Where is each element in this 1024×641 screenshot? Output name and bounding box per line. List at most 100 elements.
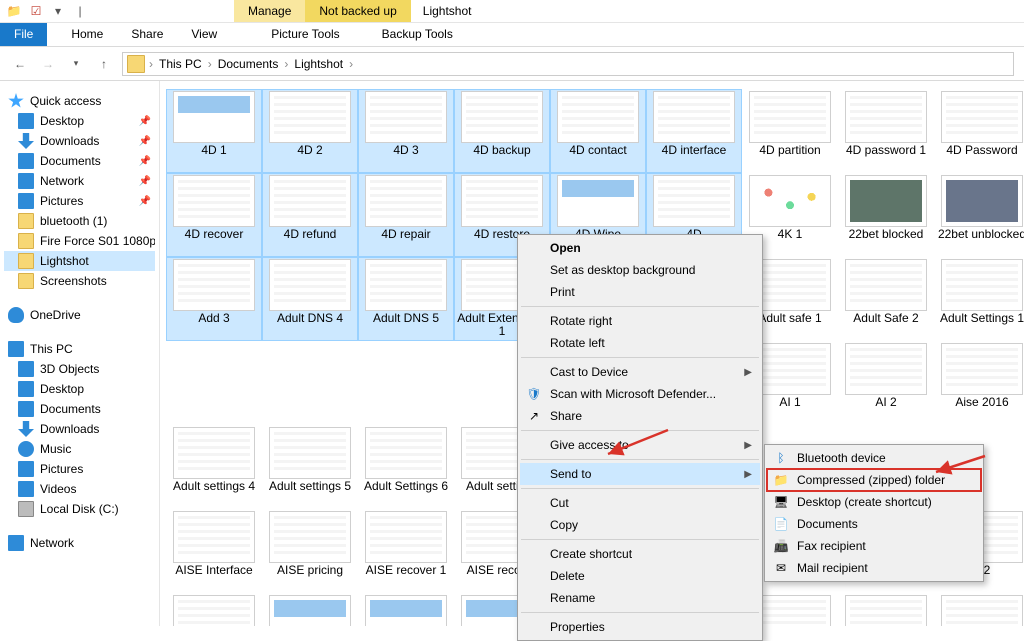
breadcrumb-documents[interactable]: Documents <box>216 57 281 71</box>
file-item[interactable]: 4D 1 <box>166 89 262 173</box>
file-item[interactable]: 4D repair <box>358 173 454 257</box>
file-item[interactable]: 22bet unblocked <box>934 173 1024 257</box>
ribbon-tab-backup-tools[interactable]: Backup Tools <box>368 23 467 46</box>
ribbon-tab-home[interactable]: Home <box>57 23 117 46</box>
ctx-delete[interactable]: Delete <box>520 565 760 587</box>
folder-icon <box>18 113 34 129</box>
file-item[interactable]: Adult Safe 2 <box>838 257 934 341</box>
sidebar-item[interactable]: Downloads📌 <box>4 131 155 151</box>
sendto-bluetooth[interactable]: ᛒBluetooth device <box>767 447 981 469</box>
file-item[interactable]: Adult DNS 4 <box>262 257 358 341</box>
file-item[interactable]: Adult settings 4 <box>166 425 262 509</box>
sendto-desktop-shortcut[interactable]: 🖥Desktop (create shortcut) <box>767 491 981 513</box>
sendto-fax[interactable]: 📠Fax recipient <box>767 535 981 557</box>
ctx-rename[interactable]: Rename <box>520 587 760 609</box>
file-item[interactable]: Adult Settings 1 <box>934 257 1024 341</box>
sidebar-this-pc[interactable]: This PC <box>4 339 155 359</box>
file-item[interactable]: Adult DNS 5 <box>358 257 454 341</box>
file-item[interactable]: 4D interface <box>646 89 742 173</box>
sendto-compressed-folder[interactable]: 📁Compressed (zipped) folder <box>767 469 981 491</box>
sidebar-item[interactable]: Desktop📌 <box>4 111 155 131</box>
sendto-documents[interactable]: 📄Documents <box>767 513 981 535</box>
sidebar-item[interactable]: Network📌 <box>4 171 155 191</box>
thumbnail <box>941 595 1023 626</box>
ctx-defender[interactable]: 🛡Scan with Microsoft Defender... <box>520 383 760 405</box>
file-item[interactable]: AISE pricing <box>262 509 358 593</box>
qat-new-folder-icon[interactable]: ▾ <box>50 3 66 19</box>
sidebar-item[interactable]: Fire Force S01 1080p <box>4 231 155 251</box>
file-item[interactable]: 4D partition <box>742 89 838 173</box>
ctx-set-background[interactable]: Set as desktop background <box>520 259 760 281</box>
sendto-mail[interactable]: ✉Mail recipient <box>767 557 981 579</box>
folder-icon <box>18 253 34 269</box>
file-item[interactable]: AO backup 2 <box>358 593 454 626</box>
sidebar-item[interactable]: Lightshot <box>4 251 155 271</box>
file-item[interactable]: AISE Interface <box>166 509 262 593</box>
breadcrumb-this-pc[interactable]: This PC <box>157 57 204 71</box>
nav-up-icon[interactable]: ↑ <box>94 54 114 74</box>
sidebar-item[interactable]: Pictures📌 <box>4 191 155 211</box>
file-item[interactable]: AO pricing <box>934 593 1024 626</box>
thumbnail <box>845 595 927 626</box>
ctx-rotate-right[interactable]: Rotate right <box>520 310 760 332</box>
address-bar[interactable]: › This PC › Documents › Lightshot › <box>122 52 1014 76</box>
file-item[interactable]: 4D password 1 <box>838 89 934 173</box>
sidebar-item[interactable]: Downloads <box>4 419 155 439</box>
sidebar-onedrive[interactable]: OneDrive <box>4 305 155 325</box>
file-item[interactable]: 4D contact <box>550 89 646 173</box>
sidebar-item[interactable]: 3D Objects <box>4 359 155 379</box>
context-tab-backup[interactable]: Not backed up <box>305 0 410 22</box>
ribbon-tab-file[interactable]: File <box>0 23 47 46</box>
file-item[interactable]: AO backup 1 <box>262 593 358 626</box>
nav-back-icon[interactable]: ← <box>10 54 30 74</box>
sidebar-item[interactable]: Local Disk (C:) <box>4 499 155 519</box>
file-item[interactable]: 4D 3 <box>358 89 454 173</box>
ribbon-tab-picture-tools[interactable]: Picture Tools <box>257 23 353 46</box>
file-item[interactable]: Adult settings 5 <box>262 425 358 509</box>
sidebar-network[interactable]: Network <box>4 533 155 553</box>
sidebar-item[interactable]: Documents <box>4 399 155 419</box>
desktop-icon: 🖥 <box>773 494 789 510</box>
ctx-send-to[interactable]: Send to▶ <box>520 463 760 485</box>
file-item[interactable]: AI 2 <box>838 341 934 425</box>
ribbon-tab-share[interactable]: Share <box>117 23 177 46</box>
file-item[interactable]: Adult Settings 6 <box>358 425 454 509</box>
ctx-share[interactable]: ↗Share <box>520 405 760 427</box>
file-item[interactable]: AISE recover 1 <box>358 509 454 593</box>
sidebar-item[interactable]: Music <box>4 439 155 459</box>
ctx-rotate-left[interactable]: Rotate left <box>520 332 760 354</box>
file-item[interactable]: AISE support <box>166 593 262 626</box>
ctx-properties[interactable]: Properties <box>520 616 760 638</box>
file-label: AISE Interface <box>175 564 252 577</box>
sidebar-item[interactable]: Videos <box>4 479 155 499</box>
file-item[interactable]: 4D recover <box>166 173 262 257</box>
file-item[interactable]: 22bet blocked <box>838 173 934 257</box>
breadcrumb-lightshot[interactable]: Lightshot <box>292 57 345 71</box>
file-item[interactable]: 4D backup <box>454 89 550 173</box>
file-item[interactable]: 4D 2 <box>262 89 358 173</box>
share-icon: ↗ <box>526 408 542 424</box>
sidebar-item[interactable]: bluetooth (1) <box>4 211 155 231</box>
qat-properties-icon[interactable]: ☑ <box>28 3 44 19</box>
file-item[interactable]: Aise 2016 <box>934 341 1024 425</box>
ctx-create-shortcut[interactable]: Create shortcut <box>520 543 760 565</box>
sidebar-quick-access[interactable]: Quick access <box>4 91 155 111</box>
ctx-cast-to-device[interactable]: Cast to Device▶ <box>520 361 760 383</box>
sidebar-item[interactable]: Screenshots <box>4 271 155 291</box>
file-item[interactable]: 4D Password <box>934 89 1024 173</box>
file-item[interactable]: AO interface <box>838 593 934 626</box>
sidebar-item[interactable]: Desktop <box>4 379 155 399</box>
file-item[interactable]: 4D refund <box>262 173 358 257</box>
ctx-cut[interactable]: Cut <box>520 492 760 514</box>
sidebar-item[interactable]: Pictures <box>4 459 155 479</box>
ctx-print[interactable]: Print <box>520 281 760 303</box>
ctx-give-access-to[interactable]: Give access to▶ <box>520 434 760 456</box>
sidebar-item[interactable]: Documents📌 <box>4 151 155 171</box>
ctx-open[interactable]: Open <box>520 237 760 259</box>
nav-recent-icon[interactable]: ▾ <box>66 54 86 74</box>
file-item[interactable]: Add 3 <box>166 257 262 341</box>
ctx-copy[interactable]: Copy <box>520 514 760 536</box>
context-tab-manage[interactable]: Manage <box>234 0 305 22</box>
ribbon-tab-view[interactable]: View <box>177 23 231 46</box>
file-label: Adult settings 5 <box>269 480 351 493</box>
